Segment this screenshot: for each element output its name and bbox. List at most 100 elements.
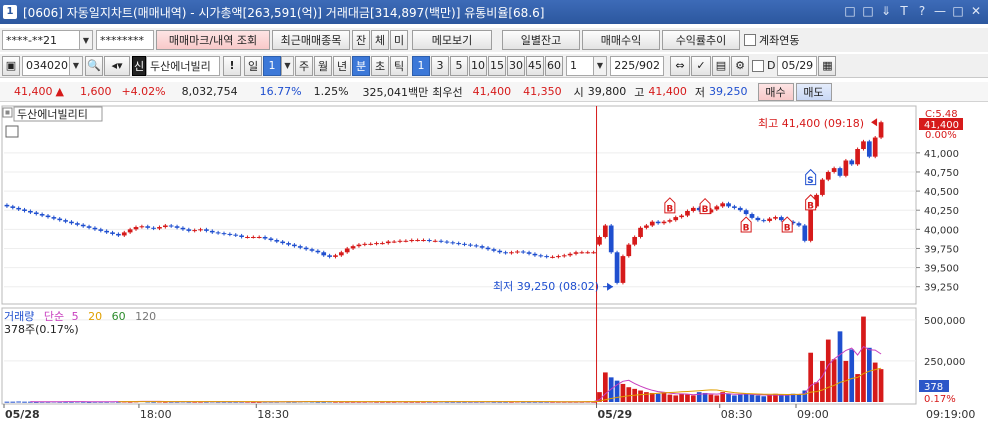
- maximize-icon[interactable]: □: [950, 3, 966, 20]
- interval-3-button[interactable]: 3: [431, 55, 449, 76]
- interval-1-button[interactable]: 1: [412, 55, 430, 76]
- account-number-input[interactable]: ****-**21: [2, 30, 80, 50]
- candle-body: [426, 240, 432, 242]
- trade-mark-query-button[interactable]: 매매마크/내역 조회: [156, 30, 270, 50]
- warning-button[interactable]: !: [223, 55, 241, 76]
- candle-body: [415, 240, 420, 242]
- candle-body: [256, 236, 262, 238]
- account-link-checkbox[interactable]: [744, 34, 756, 46]
- candle-body: [749, 214, 755, 218]
- interval-60-button[interactable]: 60: [545, 55, 563, 76]
- buy-button[interactable]: 매수: [757, 82, 794, 101]
- grid-toggle-icon[interactable]: [5, 125, 19, 138]
- stock-code-input[interactable]: 034020: [22, 55, 70, 76]
- recent-trades-button[interactable]: 최근매매종목: [272, 30, 350, 50]
- minimize-icon[interactable]: —: [932, 3, 948, 20]
- indicator-icon[interactable]: ✓: [691, 55, 711, 76]
- candle-body: [268, 238, 274, 241]
- help-icon[interactable]: ?: [914, 3, 930, 20]
- candle-body: [110, 232, 115, 234]
- screen-menu-icon[interactable]: ▣: [2, 55, 20, 76]
- bid-price: 41,350: [523, 85, 562, 98]
- copy-window-icon[interactable]: □: [860, 3, 876, 20]
- signal-label: B: [666, 204, 673, 214]
- volume-bar: [808, 352, 814, 402]
- candle-body: [39, 214, 45, 216]
- signal-label: S: [807, 176, 813, 186]
- search-icon[interactable]: 🔍: [85, 55, 103, 76]
- candle-body: [333, 255, 338, 257]
- tab-minute[interactable]: 분: [352, 55, 370, 76]
- tab-week[interactable]: 주: [295, 55, 313, 76]
- chart-area[interactable]: B B B B B S 두산에너빌리티 최고 41,400 (09:18) 최저 39,2…: [0, 104, 988, 425]
- candle-body: [579, 252, 585, 254]
- return-trend-button[interactable]: 수익률추이: [662, 30, 740, 50]
- tab-second[interactable]: 초: [371, 55, 389, 76]
- date-input[interactable]: 05/29: [777, 55, 818, 76]
- candle-body: [209, 230, 215, 233]
- candle-body: [380, 243, 385, 245]
- calendar-icon[interactable]: ▦: [818, 55, 837, 76]
- account-dropdown-icon[interactable]: ▼: [80, 30, 93, 50]
- period-dropdown-icon[interactable]: ▼: [281, 55, 294, 76]
- candle-body: [151, 227, 156, 229]
- candle-body: [16, 207, 22, 210]
- candle-body: [22, 209, 27, 211]
- volume: 8,032,754: [181, 85, 238, 98]
- compare-icon[interactable]: ⇔: [670, 55, 690, 76]
- pin-icon[interactable]: ⇓: [878, 3, 894, 20]
- legend-ma120: 120: [135, 310, 156, 323]
- candle-body: [86, 226, 92, 228]
- price-tick-label: 41,000: [924, 149, 959, 160]
- date-checkbox[interactable]: [752, 59, 764, 72]
- period-value-field[interactable]: 1: [263, 55, 281, 76]
- save-icon[interactable]: ▤: [712, 55, 730, 76]
- tab-year[interactable]: 년: [333, 55, 351, 76]
- daily-balance-button[interactable]: 일별잔고: [502, 30, 580, 50]
- price-tick-label: 40,250: [924, 206, 959, 217]
- candle-body: [262, 236, 268, 239]
- period-day-button[interactable]: 일: [244, 55, 262, 76]
- candle-body: [638, 227, 643, 237]
- tab-tick[interactable]: 틱: [390, 55, 408, 76]
- close-icon[interactable]: ✕: [968, 3, 984, 20]
- open-price: 39,800: [587, 85, 627, 98]
- interval-5-button[interactable]: 5: [450, 55, 468, 76]
- paging-field[interactable]: 225/902: [610, 55, 664, 76]
- quote-bar: 41,400 ▲ 1,600 +4.02% 8,032,754 16.77% 1…: [0, 82, 988, 102]
- candle-body: [409, 240, 415, 242]
- candle-body: [726, 203, 731, 207]
- font-size-icon[interactable]: T: [896, 3, 912, 20]
- filled-button[interactable]: 체: [371, 30, 389, 50]
- sell-button[interactable]: 매도: [795, 82, 832, 101]
- open-label: 시: [573, 85, 584, 99]
- speaker-icon[interactable]: ◂▾: [104, 55, 130, 76]
- candle-body: [292, 244, 297, 247]
- candle-body: [520, 251, 526, 253]
- candle-body: [773, 217, 778, 219]
- stock-code-dropdown-icon[interactable]: ▼: [70, 55, 83, 76]
- candle-body: [303, 247, 309, 250]
- balance-button[interactable]: 잔: [352, 30, 370, 50]
- trade-profit-button[interactable]: 매매수익: [582, 30, 660, 50]
- count-dropdown-icon[interactable]: ▼: [594, 55, 607, 76]
- chart-canvas[interactable]: B B B B B S 두산에너빌리티 최고 41,400 (09:18) 최저 39,2…: [0, 104, 988, 425]
- interval-45-button[interactable]: 45: [526, 55, 544, 76]
- memo-view-button[interactable]: 메모보기: [412, 30, 492, 50]
- candle-body: [133, 227, 139, 230]
- candle-body: [286, 243, 291, 245]
- candle-body: [432, 240, 438, 242]
- interval-15-button[interactable]: 15: [488, 55, 506, 76]
- candle-body: [679, 215, 684, 218]
- gear-icon[interactable]: ⚙: [731, 55, 749, 76]
- unfilled-button[interactable]: 미: [390, 30, 408, 50]
- link-window-icon[interactable]: □: [842, 3, 858, 20]
- tab-month[interactable]: 월: [314, 55, 332, 76]
- interval-10-button[interactable]: 10: [469, 55, 487, 76]
- candle-body: [215, 232, 221, 234]
- candle-body: [690, 207, 696, 211]
- volume-bar: [784, 395, 790, 402]
- password-input[interactable]: ********: [96, 30, 154, 50]
- interval-30-button[interactable]: 30: [507, 55, 525, 76]
- count-input[interactable]: 1: [566, 55, 594, 76]
